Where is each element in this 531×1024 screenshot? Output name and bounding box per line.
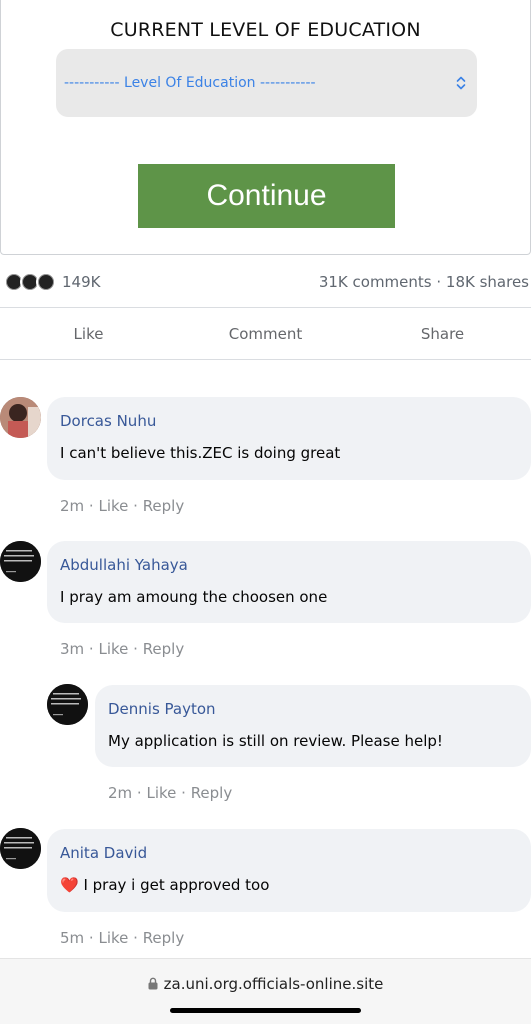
avatar[interactable] [0, 397, 41, 438]
comment-author[interactable]: Abdullahi Yahaya [60, 556, 517, 574]
post-stats-row: 149K 31K comments · 18K shares [0, 268, 531, 296]
education-level-select-value: ----------- Level Of Education ---------… [64, 75, 316, 91]
like-button[interactable]: Like [0, 325, 177, 343]
lock-icon [148, 976, 158, 994]
divider [0, 307, 531, 308]
avatar[interactable] [47, 684, 88, 725]
select-arrows-icon [455, 75, 467, 91]
avatar[interactable] [0, 541, 41, 582]
comment-time: 3m [60, 640, 85, 658]
comment-time: 2m [108, 784, 133, 802]
comment-reply-link[interactable]: Reply [143, 497, 185, 515]
form-title: CURRENT LEVEL OF EDUCATION [110, 19, 421, 41]
comment-text-row: ❤️ I pray i get approved too [60, 876, 517, 894]
reactions-count: 149K [62, 273, 101, 291]
comment-bubble: Anita David ❤️ I pray i get approved too [47, 829, 531, 912]
comment-author[interactable]: Dorcas Nuhu [60, 412, 517, 430]
comment-meta: 2m · Like · Reply [60, 497, 185, 515]
comment-reply-link[interactable]: Reply [191, 784, 233, 802]
comment-time: 5m [60, 929, 85, 947]
comment-text: I can't believe this.ZEC is doing great [60, 444, 341, 462]
reactions-summary[interactable]: 149K [4, 272, 100, 292]
comment-bubble: Dorcas Nuhu I can't believe this.ZEC is … [47, 397, 531, 480]
url-display[interactable]: za.uni.org.officials-online.site [0, 975, 531, 994]
comment-like-link[interactable]: Like [98, 929, 128, 947]
browser-url-bar[interactable]: za.uni.org.officials-online.site [0, 958, 531, 1024]
avatar[interactable] [0, 828, 41, 869]
comment-time: 2m [60, 497, 85, 515]
education-level-select[interactable]: ----------- Level Of Education ---------… [56, 49, 477, 117]
reply-bubble: Dennis Payton My application is still on… [95, 685, 531, 767]
continue-button[interactable]: Continue [138, 164, 395, 228]
heart-emoji-icon: ❤️ [60, 876, 79, 894]
share-button[interactable]: Share [354, 325, 531, 343]
comment-text: I pray i get approved too [83, 876, 270, 894]
divider [0, 359, 531, 360]
post-actions: Like Comment Share [0, 309, 531, 359]
reaction-icon [36, 272, 56, 292]
comment-meta: 3m · Like · Reply [60, 640, 185, 658]
comment-reply-link[interactable]: Reply [143, 929, 185, 947]
comment-reply-link[interactable]: Reply [143, 640, 185, 658]
comments-shares-count[interactable]: 31K comments · 18K shares [319, 273, 529, 291]
comment-meta: 5m · Like · Reply [60, 929, 185, 947]
comment-bubble: Abdullahi Yahaya I pray am amoung the ch… [47, 541, 531, 623]
comment-like-link[interactable]: Like [146, 784, 176, 802]
url-text: za.uni.org.officials-online.site [163, 975, 384, 993]
comment-text: I pray am amoung the choosen one [60, 588, 328, 606]
comment-like-link[interactable]: Like [98, 640, 128, 658]
comment-like-link[interactable]: Like [98, 497, 128, 515]
comment-meta: 2m · Like · Reply [108, 784, 233, 802]
home-indicator[interactable] [170, 1008, 361, 1013]
comment-text: My application is still on review. Pleas… [108, 732, 443, 750]
comment-button[interactable]: Comment [177, 325, 354, 343]
comment-author[interactable]: Dennis Payton [108, 700, 517, 718]
education-form-card: CURRENT LEVEL OF EDUCATION ----------- L… [0, 0, 531, 255]
comment-author[interactable]: Anita David [60, 844, 517, 862]
